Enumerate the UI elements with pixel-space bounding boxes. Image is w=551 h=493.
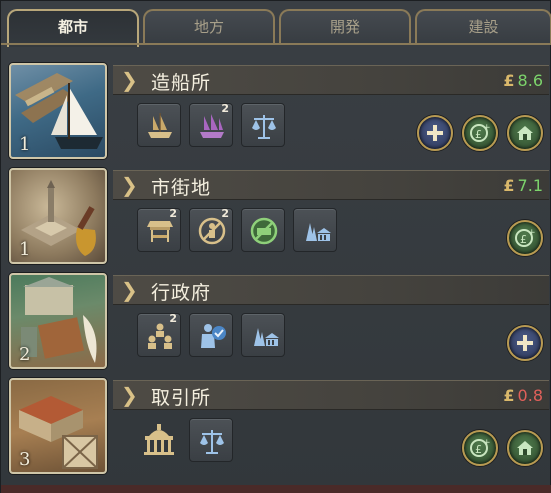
add-button[interactable] <box>507 325 543 361</box>
svg-text:+: + <box>483 123 491 133</box>
building-level: 1 <box>19 134 31 155</box>
market-stall-icon[interactable]: 2 <box>137 207 181 252</box>
tab-region[interactable]: 地方 <box>143 9 275 43</box>
chevron-right-icon[interactable]: ❯ <box>121 384 143 406</box>
town-hall-icon[interactable] <box>139 418 183 462</box>
icon-count-badge: 2 <box>221 102 229 115</box>
icon-count-badge: 2 <box>169 312 177 325</box>
building-name: 取引所 <box>151 387 212 409</box>
building-income: £8.6 <box>503 71 543 90</box>
merchant-ship-icon[interactable] <box>137 103 181 147</box>
building-title-bar[interactable]: ❯ 市街地 £7.1 <box>113 170 549 200</box>
panel-bottom-edge <box>1 485 551 493</box>
chevron-right-icon[interactable]: ❯ <box>121 174 143 196</box>
urban-image[interactable]: 1 <box>9 168 107 264</box>
icon-count-badge: 2 <box>169 207 177 220</box>
chevron-right-icon[interactable]: ❯ <box>121 279 143 301</box>
building-level: 1 <box>19 239 31 260</box>
icon-count-badge: 2 <box>221 207 229 220</box>
building-row-exchange: 3 ❯ 取引所 £0.8 £ + <box>1 372 551 476</box>
building-income: £7.1 <box>503 176 543 195</box>
add-button[interactable] <box>417 115 453 151</box>
tab-construction[interactable]: 建設 <box>415 9 551 43</box>
building-name: 市街地 <box>151 177 212 199</box>
building-name: 行政府 <box>151 282 212 304</box>
administration-image[interactable]: 2 <box>9 273 107 369</box>
building-income: £0.8 <box>503 386 543 405</box>
city-buildings-panel: 都市 地方 開発 建設 1 ❯ 造船所 £8.6 2 £ + 1 ❯ 市街地 £… <box>0 0 551 493</box>
add-building-button[interactable] <box>507 430 543 466</box>
building-level: 3 <box>19 449 31 470</box>
svg-text:£: £ <box>475 128 482 141</box>
tab-divider <box>1 43 551 45</box>
building-title-bar[interactable]: ❯ 行政府 <box>113 275 549 305</box>
building-row-urban: 1 ❯ 市街地 £7.1 2 2 £ + <box>1 162 551 266</box>
svg-text:£: £ <box>475 443 482 456</box>
no-crime-icon[interactable]: 2 <box>189 207 233 252</box>
chevron-right-icon[interactable]: ❯ <box>121 69 143 91</box>
prayer-building-icon[interactable] <box>241 313 285 357</box>
tab-city[interactable]: 都市 <box>7 9 139 47</box>
add-income-button[interactable]: £ + <box>462 115 498 151</box>
warship-icon[interactable]: 2 <box>189 102 233 147</box>
tab-bar: 都市 地方 開発 建設 <box>7 9 551 47</box>
svg-text:+: + <box>528 228 536 238</box>
justice-scale-icon[interactable] <box>189 418 233 462</box>
building-title-bar[interactable]: ❯ 造船所 £8.6 <box>113 65 549 95</box>
add-income-button[interactable]: £ + <box>462 430 498 466</box>
prayer-building-icon[interactable] <box>293 208 337 252</box>
justice-scale-icon[interactable] <box>241 103 285 147</box>
building-row-administration: 2 ❯ 行政府 2 <box>1 267 551 371</box>
official-approve-icon[interactable] <box>189 313 233 357</box>
building-name: 造船所 <box>151 72 212 94</box>
add-income-button[interactable]: £ + <box>507 220 543 256</box>
svg-text:+: + <box>483 438 491 448</box>
exchange-image[interactable]: 3 <box>9 378 107 474</box>
shipyard-image[interactable]: 1 <box>9 63 107 159</box>
no-smuggling-icon[interactable] <box>241 208 285 252</box>
building-row-shipyard: 1 ❯ 造船所 £8.6 2 £ + <box>1 57 551 161</box>
building-level: 2 <box>19 344 31 365</box>
hierarchy-people-icon[interactable]: 2 <box>137 312 181 357</box>
building-title-bar[interactable]: ❯ 取引所 £0.8 <box>113 380 549 410</box>
svg-text:£: £ <box>520 233 527 246</box>
tab-development[interactable]: 開発 <box>279 9 411 43</box>
add-building-button[interactable] <box>507 115 543 151</box>
